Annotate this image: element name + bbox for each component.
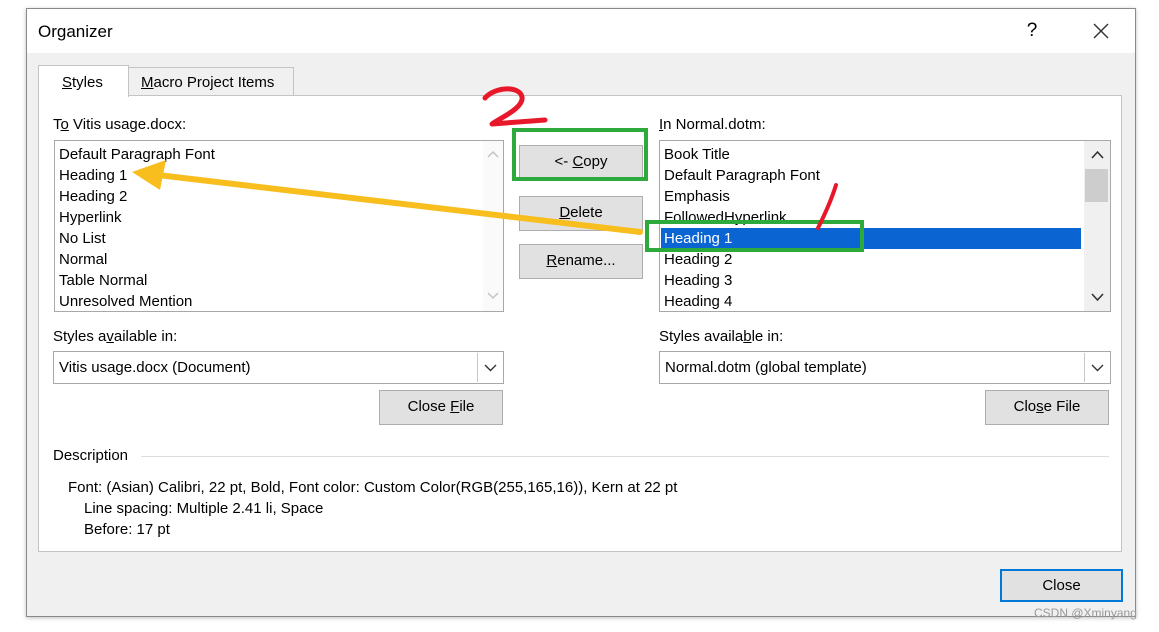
tab-styles-mnemonic: S: [62, 74, 73, 91]
arrow-head-icon: [132, 160, 166, 190]
annotation-overlay: [132, 86, 864, 252]
tab-styles[interactable]: Styles: [38, 65, 129, 97]
copy-direction-arrow: [155, 172, 643, 235]
heading1-highlight-box: [645, 220, 864, 252]
watermark: CSDN @Xminyang: [1034, 606, 1137, 620]
marker-2-icon: [482, 86, 548, 127]
copy-highlight-box: [512, 128, 648, 181]
tab-styles-label: tyles: [72, 74, 103, 91]
